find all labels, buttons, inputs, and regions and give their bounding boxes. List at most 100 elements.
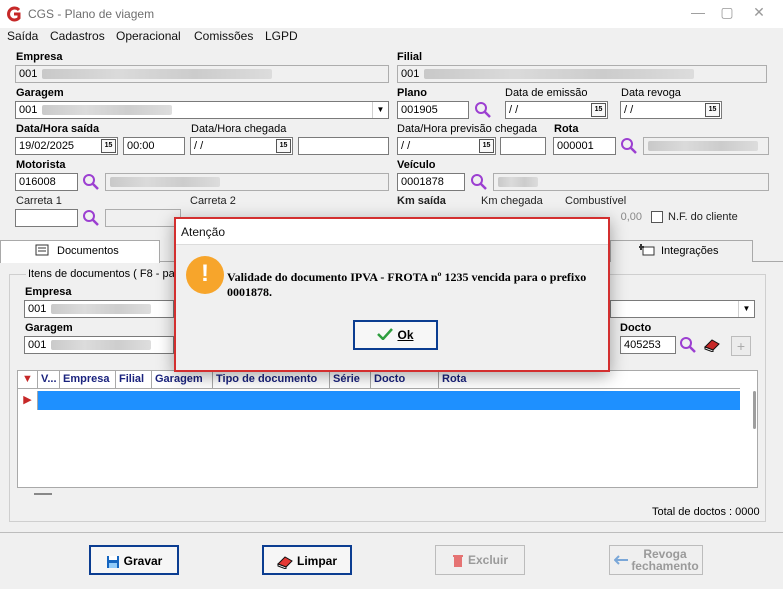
add-document-button[interactable]: + [731,336,751,356]
carreta1-field[interactable] [15,209,78,227]
nf-cliente-checkbox[interactable] [651,211,663,223]
tab-documentos[interactable]: Documentos [0,240,160,263]
column-header[interactable]: Filial [116,371,152,389]
calendar-icon[interactable]: 15 [101,139,116,153]
integrations-icon [639,244,655,256]
gravar-button[interactable]: Gravar [89,545,179,575]
menu-bar: Saída Cadastros Operacional Comissões LG… [0,28,783,46]
data-chegada-field[interactable]: / / 15 [190,137,293,155]
veiculo-field[interactable]: 0001878 [397,173,465,191]
eraser-icon[interactable] [703,338,721,352]
menu-lgpd[interactable]: LGPD [265,29,298,43]
carreta2-label: Carreta 2 [190,195,236,207]
revoga-fechamento-button[interactable]: Revoga fechamento [609,545,703,575]
garagem-select[interactable]: 001 ▼ [15,101,389,119]
ok-label: Ok [397,328,414,342]
close-button[interactable]: ✕ [751,4,767,20]
table-row[interactable] [60,391,740,410]
hora-previsao-field[interactable] [500,137,546,155]
doc-empresa-label: Empresa [25,286,72,298]
tab-integracoes[interactable]: Integrações [610,240,753,262]
chevron-down-icon[interactable]: ▼ [738,301,754,317]
sort-down-icon[interactable]: ▼ [18,371,38,389]
doc-filial-select[interactable]: ▼ [610,300,755,318]
rota-search-icon[interactable] [620,137,638,155]
doc-garagem-label: Garagem [25,322,73,334]
check-icon [377,328,394,341]
veiculo-search-icon[interactable] [470,173,488,191]
doc-garagem-field[interactable]: 001 [24,336,174,354]
data-revoga-field[interactable]: / / 15 [620,101,722,119]
minimize-button[interactable]: — [690,4,706,20]
warning-icon: ! [186,256,224,294]
carreta1-search-icon[interactable] [82,209,100,227]
data-emissao-field[interactable]: / / 15 [505,101,608,119]
doc-docto-label: Docto [620,322,652,334]
total-doctos: Total de doctos : 0000 [652,506,760,518]
calendar-icon[interactable]: 15 [705,103,720,117]
empresa-label: Empresa [16,51,63,63]
redacted-text [42,69,272,79]
window-title: CGS - Plano de viagem [28,7,155,21]
data-previsao-field[interactable]: / / 15 [397,137,496,155]
motorista-field[interactable]: 016008 [15,173,78,191]
menu-saida[interactable]: Saída [7,29,38,43]
calendar-icon[interactable]: 15 [591,103,606,117]
menu-cadastros[interactable]: Cadastros [50,29,105,43]
empresa-field[interactable]: 001 [15,65,389,83]
ok-button[interactable]: Ok [353,320,438,350]
garagem-label: Garagem [16,87,64,99]
redacted-text [51,340,151,350]
column-header[interactable]: Empresa [60,371,116,389]
documents-table[interactable]: ▼ V... Empresa Filial Garagem Tipo de do… [17,370,758,495]
filial-field[interactable]: 001 [397,65,767,83]
table-cell[interactable] [38,391,60,410]
calendar-icon[interactable]: 15 [276,139,291,153]
chevron-down-icon[interactable]: ▼ [372,102,388,118]
garagem-value: 001 [19,104,38,116]
plano-search-icon[interactable] [474,101,492,119]
hora-chegada-field[interactable] [298,137,389,155]
empresa-value: 001 [19,68,38,80]
column-header[interactable]: Série [330,371,371,389]
doc-empresa-field[interactable]: 001 [24,300,174,318]
column-header[interactable]: Tipo de documento [213,371,330,389]
km-chegada-label: Km chegada [481,195,543,207]
data-chegada-label: Data/Hora chegada [191,123,287,135]
limpar-button[interactable]: Limpar [262,545,352,575]
gravar-label: Gravar [123,554,163,568]
motorista-search-icon[interactable] [82,173,100,191]
menu-operacional[interactable]: Operacional [116,29,181,43]
filial-label: Filial [397,51,423,63]
hora-saida-field[interactable]: 00:00 [123,137,185,155]
data-saida-field[interactable]: 19/02/2025 15 [15,137,118,155]
docto-search-icon[interactable] [679,336,697,354]
column-header[interactable]: Rota [439,371,740,389]
vertical-scrollbar[interactable] [753,391,756,429]
maximize-button[interactable]: ▢ [719,4,735,20]
redacted-text [51,304,151,314]
veiculo-description [493,173,769,191]
eraser-icon [277,556,293,570]
data-revoga-label: Data revoga [621,87,681,99]
doc-docto-field[interactable]: 405253 [620,336,676,354]
horizontal-scroll-thumb[interactable] [34,493,51,495]
dialog-title: Atenção [181,225,226,239]
carreta1-label: Carreta 1 [16,195,62,207]
column-header[interactable]: Garagem [152,371,213,389]
title-bar: CGS - Plano de viagem — ▢ ✕ [0,0,783,28]
undo-icon [614,555,628,565]
data-saida-label: Data/Hora saída [16,123,100,135]
rota-field[interactable]: 000001 [553,137,616,155]
filial-value: 001 [401,68,420,80]
data-previsao-label: Data/Hora previsão chegada [397,123,538,135]
tab-documentos-label: Documentos [57,245,119,257]
tab-integracoes-label: Integrações [661,245,719,257]
menu-comissoes[interactable]: Comissões [194,29,253,43]
column-header[interactable]: V... [38,371,60,389]
plano-field[interactable]: 001905 [397,101,469,119]
column-header[interactable]: Docto [371,371,439,389]
excluir-button[interactable]: Excluir [435,545,525,575]
doc-garagem-value: 001 [28,339,47,351]
calendar-icon[interactable]: 15 [479,139,494,153]
